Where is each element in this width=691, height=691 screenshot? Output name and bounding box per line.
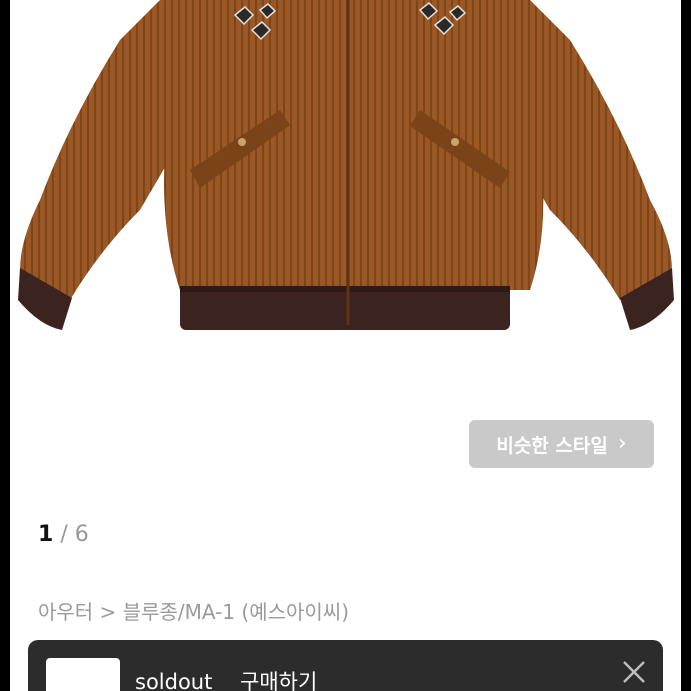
image-pager: 1 / 6 bbox=[38, 522, 89, 547]
thumbnail-jacket bbox=[46, 658, 120, 691]
similar-style-button[interactable]: 비슷한 스타일 › bbox=[469, 420, 654, 468]
jacket-illustration bbox=[18, 0, 674, 330]
chevron-right-icon: › bbox=[617, 431, 627, 456]
pager-separator: / bbox=[60, 522, 68, 547]
pager-total: 6 bbox=[74, 522, 89, 547]
purchase-bar[interactable]: soldout__ 구매하기 bbox=[28, 640, 663, 691]
screen: 비슷한 스타일 › 1 / 6 아우터 > 블루종/MA-1 (예스아이씨) s… bbox=[10, 0, 681, 691]
pager-current: 1 bbox=[38, 522, 54, 547]
product-image[interactable] bbox=[10, 0, 681, 350]
purchase-bar-text[interactable]: soldout__ 구매하기 bbox=[135, 666, 317, 691]
category-breadcrumb[interactable]: 아우터 > 블루종/MA-1 (예스아이씨) bbox=[38, 596, 349, 625]
close-icon[interactable] bbox=[620, 658, 648, 686]
product-thumbnail bbox=[46, 658, 120, 691]
similar-style-label: 비슷한 스타일 bbox=[496, 434, 608, 457]
